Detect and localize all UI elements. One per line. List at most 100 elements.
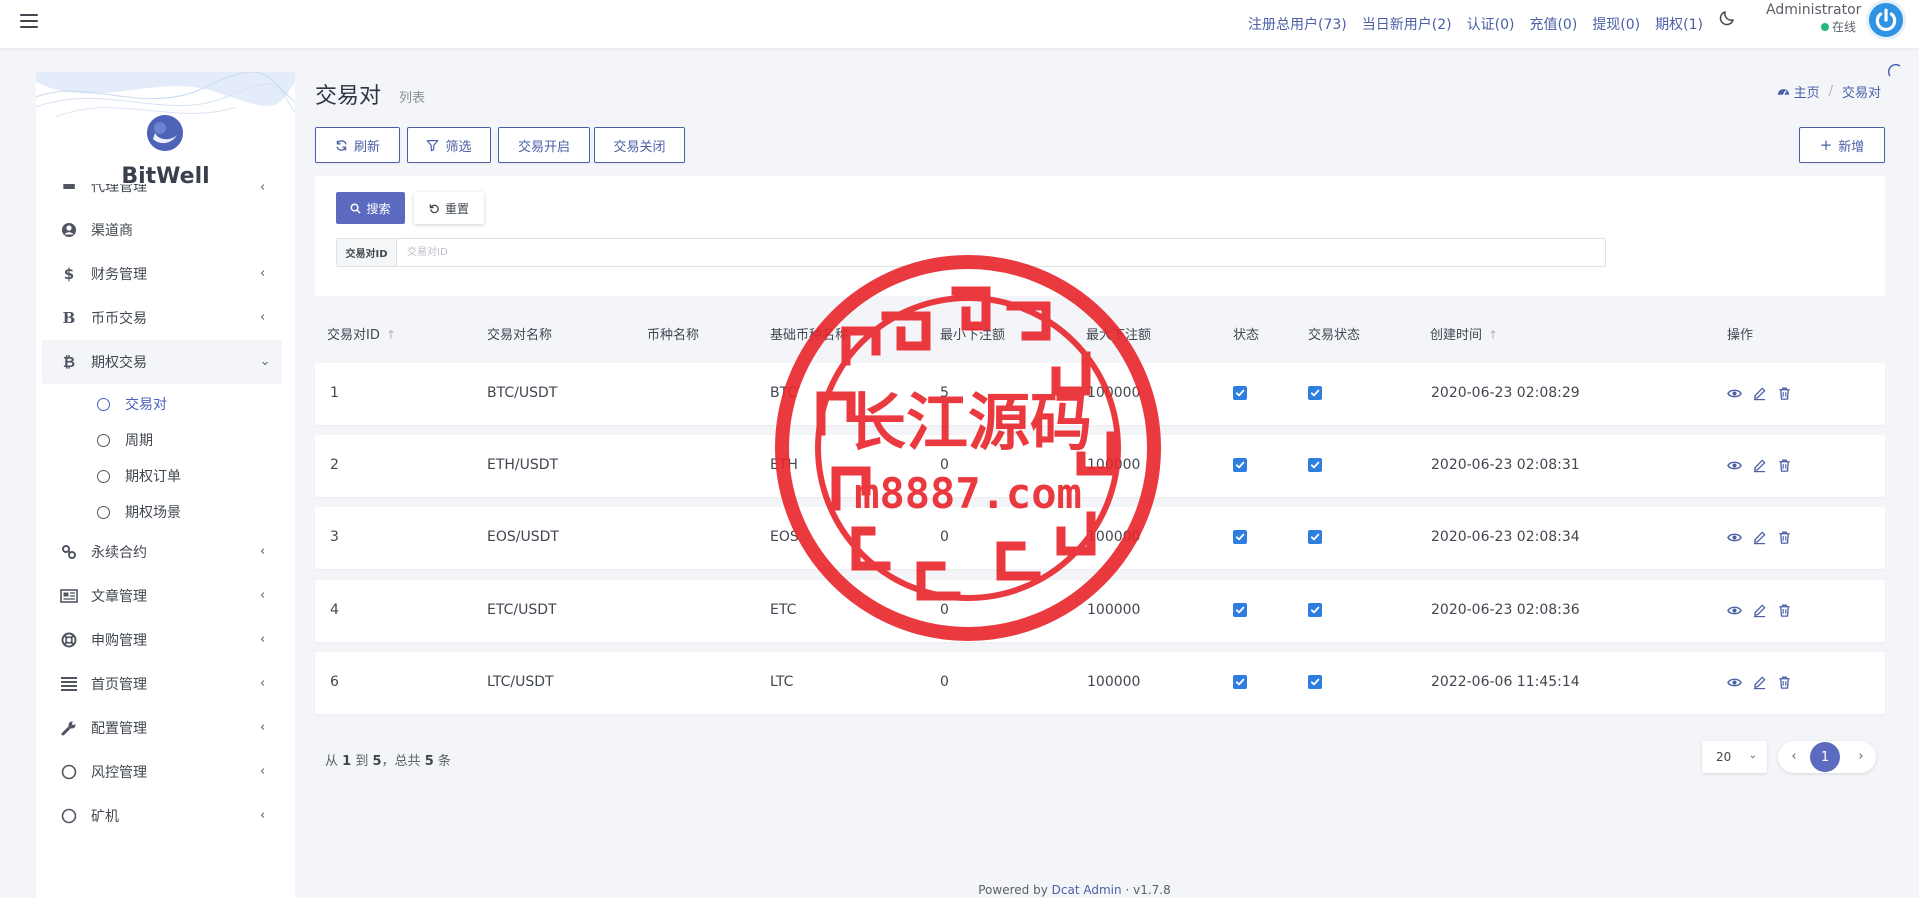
menu-toggle-icon[interactable] <box>20 14 38 30</box>
submenu-item-label: 期权场景 <box>125 505 181 521</box>
cell-max: 100000 <box>1087 385 1141 401</box>
sidebar-item-options[interactable]: ₿ 期权交易 ‹ <box>42 340 282 384</box>
column-header-status: 状态 <box>1233 328 1260 343</box>
view-eye-icon[interactable] <box>1727 530 1742 545</box>
link-icon <box>60 543 78 561</box>
delete-trash-icon[interactable] <box>1777 675 1792 690</box>
status-checkbox[interactable] <box>1233 603 1247 617</box>
reset-button[interactable]: 重置 <box>414 192 484 224</box>
refresh-button[interactable]: 刷新 <box>315 127 400 163</box>
submenu-item-scenes[interactable]: 期权场景 <box>42 494 282 530</box>
footer-version: v1.7.8 <box>1133 883 1171 897</box>
cell-base: ETC <box>770 602 797 618</box>
column-header-id[interactable]: 交易对ID ↑ <box>327 324 396 343</box>
pair-id-filter-label: 交易对ID <box>337 239 397 266</box>
sort-arrow-up-icon[interactable]: ↑ <box>386 328 396 342</box>
status-checkbox[interactable] <box>1233 530 1247 544</box>
nav-link-verify[interactable]: 认证(0) <box>1467 14 1515 34</box>
circle-icon <box>97 505 110 519</box>
wrench-icon <box>60 719 78 737</box>
column-header-created[interactable]: 创建时间 ↑ <box>1430 324 1498 343</box>
next-page-chevron-icon[interactable]: › <box>1854 749 1868 765</box>
cell-min: 0 <box>940 674 949 690</box>
edit-pencil-icon[interactable] <box>1752 675 1767 690</box>
cell-id: 2 <box>330 457 339 473</box>
view-eye-icon[interactable] <box>1727 603 1742 618</box>
view-eye-icon[interactable] <box>1727 675 1742 690</box>
delete-trash-icon[interactable] <box>1777 386 1792 401</box>
bold-b-icon: B <box>62 309 76 327</box>
nav-link-total-users[interactable]: 注册总用户(73) <box>1248 14 1347 34</box>
cell-id: 4 <box>330 602 339 618</box>
add-button[interactable]: + 新增 <box>1799 127 1885 163</box>
chevron-left-icon: ‹ <box>260 764 266 779</box>
user-info[interactable]: Administrator 在线 <box>1766 2 1861 36</box>
status-checkbox[interactable] <box>1233 675 1247 689</box>
sidebar-item-channel[interactable]: 渠道商 <box>42 208 282 252</box>
chevron-left-icon: ‹ <box>260 808 266 823</box>
sidebar-item-label: 币币交易 <box>91 311 147 327</box>
nav-link-withdraw[interactable]: 提现(0) <box>1592 14 1640 34</box>
pair-id-input[interactable] <box>397 239 1605 266</box>
dark-mode-moon-icon[interactable] <box>1718 9 1736 27</box>
cell-max: 100000 <box>1087 529 1141 545</box>
delete-trash-icon[interactable] <box>1777 458 1792 473</box>
search-icon <box>351 203 362 214</box>
submenu-item-pairs[interactable]: 交易对 <box>42 386 282 422</box>
sidebar-item-miner[interactable]: 矿机 ‹ <box>42 794 282 838</box>
chevron-left-icon: ‹ <box>260 588 266 603</box>
trade-status-checkbox[interactable] <box>1308 603 1322 617</box>
sidebar-item-risk[interactable]: 风控管理 ‹ <box>42 750 282 794</box>
edit-pencil-icon[interactable] <box>1752 530 1767 545</box>
chevron-left-icon: ‹ <box>260 544 266 559</box>
avatar[interactable] <box>1866 0 1906 40</box>
breadcrumb-current[interactable]: 交易对 <box>1842 82 1881 101</box>
add-label: 新增 <box>1838 139 1865 155</box>
sidebar-item-spot[interactable]: B 币币交易 ‹ <box>42 296 282 340</box>
sidebar-item-articles[interactable]: 文章管理 ‹ <box>42 574 282 618</box>
edit-pencil-icon[interactable] <box>1752 603 1767 618</box>
circle-icon <box>60 763 78 781</box>
status-checkbox[interactable] <box>1233 458 1247 472</box>
sidebar-item-label: 首页管理 <box>91 677 147 693</box>
cell-id: 1 <box>330 385 339 401</box>
submenu-item-label: 交易对 <box>125 397 167 413</box>
trade-close-button[interactable]: 交易关闭 <box>594 127 685 163</box>
cell-name: ETC/USDT <box>487 602 557 618</box>
prev-page-chevron-icon[interactable]: ‹ <box>1787 749 1801 765</box>
sidebar-item-finance[interactable]: $ 财务管理 ‹ <box>42 252 282 296</box>
edit-pencil-icon[interactable] <box>1752 386 1767 401</box>
view-eye-icon[interactable] <box>1727 458 1742 473</box>
trade-status-checkbox[interactable] <box>1308 386 1322 400</box>
trade-status-checkbox[interactable] <box>1308 458 1322 472</box>
nav-link-options[interactable]: 期权(1) <box>1655 14 1703 34</box>
submenu-item-orders[interactable]: 期权订单 <box>42 458 282 494</box>
sort-arrow-up-icon[interactable]: ↑ <box>1488 328 1498 342</box>
breadcrumb-home[interactable]: 主页 <box>1794 82 1820 101</box>
delete-trash-icon[interactable] <box>1777 603 1792 618</box>
filter-button[interactable]: 筛选 <box>407 127 491 163</box>
sidebar-item-config[interactable]: 配置管理 ‹ <box>42 706 282 750</box>
nav-link-recharge[interactable]: 充值(0) <box>1529 14 1577 34</box>
search-button[interactable]: 搜索 <box>336 192 405 224</box>
sidebar-item-agent-partial[interactable]: ▬ 代理管理 ‹ <box>42 184 282 208</box>
trade-status-checkbox[interactable] <box>1308 530 1322 544</box>
nav-link-new-users[interactable]: 当日新用户(2) <box>1362 14 1452 34</box>
per-page-select[interactable]: 20 ⌄ <box>1702 741 1767 773</box>
footer-link[interactable]: Dcat Admin <box>1052 883 1122 897</box>
sidebar-item-perpetual[interactable]: 永续合约 ‹ <box>42 530 282 574</box>
status-checkbox[interactable] <box>1233 386 1247 400</box>
cell-max: 100000 <box>1087 674 1141 690</box>
sidebar-item-homepage[interactable]: 首页管理 ‹ <box>42 662 282 706</box>
page-button-current[interactable]: 1 <box>1810 742 1840 772</box>
edit-pencil-icon[interactable] <box>1752 458 1767 473</box>
trade-status-checkbox[interactable] <box>1308 675 1322 689</box>
delete-trash-icon[interactable] <box>1777 530 1792 545</box>
cell-created: 2020-06-23 02:08:34 <box>1431 529 1580 545</box>
trade-open-button[interactable]: 交易开启 <box>498 127 590 163</box>
submenu-item-period[interactable]: 周期 <box>42 422 282 458</box>
filter-label: 筛选 <box>445 139 472 155</box>
sidebar-item-subscription[interactable]: 申购管理 ‹ <box>42 618 282 662</box>
column-header-name: 交易对名称 <box>487 328 553 343</box>
view-eye-icon[interactable] <box>1727 386 1742 401</box>
